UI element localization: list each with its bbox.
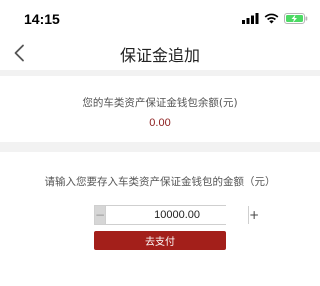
increment-button[interactable]: + — [249, 206, 259, 224]
balance-label: 您的车类资产保证金钱包余额(元) — [82, 97, 238, 109]
navigation-bar: 保证金追加 — [0, 36, 320, 70]
status-time: 14:15 — [24, 11, 60, 27]
amount-input[interactable] — [105, 206, 250, 224]
status-bar: 14:15 — [0, 0, 320, 36]
signal-icon — [242, 12, 259, 24]
deposit-amount-label: 请输入您要存入车类资产保证金钱包的金额（元） — [44, 176, 276, 188]
balance-card: 您的车类资产保证金钱包余额(元) 0.00 — [0, 76, 320, 142]
amount-stepper: − + — [94, 205, 259, 225]
page-title: 保证金追加 — [119, 46, 200, 65]
decrement-button[interactable]: − — [95, 206, 106, 224]
wifi-icon — [264, 13, 279, 23]
battery-charging-icon — [284, 12, 308, 24]
status-icons — [242, 12, 308, 24]
deposit-card: 请输入您要存入车类资产保证金钱包的金额（元） − + 去支付 — [0, 152, 320, 286]
balance-value: 0.00 — [149, 117, 171, 129]
pay-button[interactable]: 去支付 — [94, 231, 226, 250]
